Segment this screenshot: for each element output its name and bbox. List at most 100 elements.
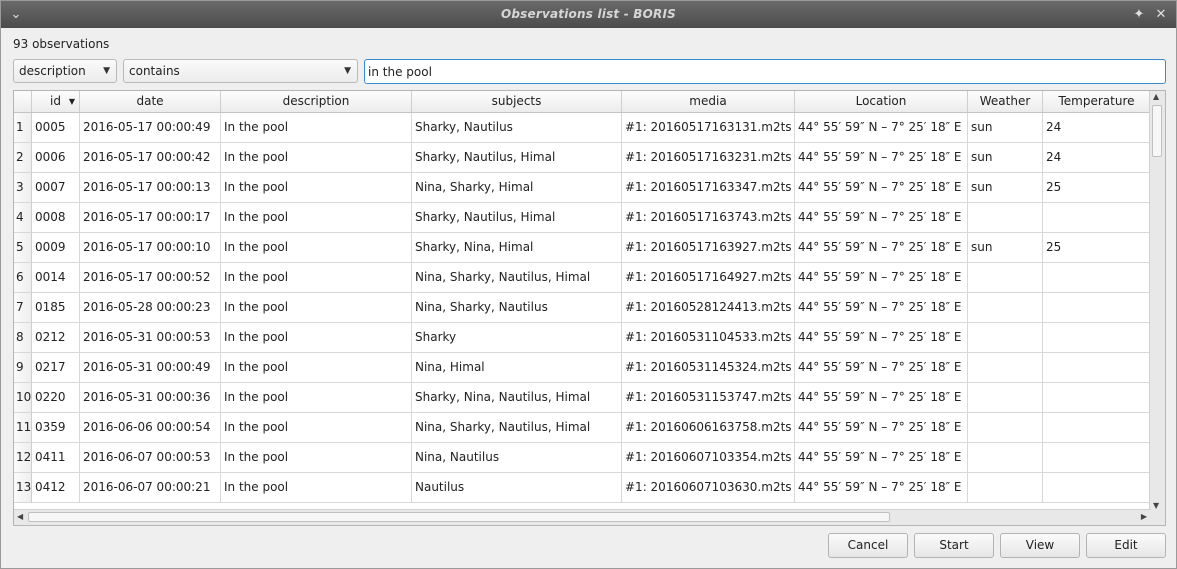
table-cell-weather[interactable] [968,413,1043,443]
horizontal-scrollbar[interactable]: ◀ ▶ [14,509,1151,525]
vertical-scrollbar[interactable]: ▲ ▼ [1149,91,1165,511]
table-cell-date[interactable]: 2016-05-17 00:00:17 [80,203,221,233]
table-cell-temperature[interactable]: 24 [1043,143,1151,173]
table-cell-temperature[interactable] [1043,473,1151,503]
table-cell-location[interactable]: 44° 55′ 59″ N – 7° 25′ 18″ E [795,323,968,353]
table-cell-subjects[interactable]: Sharky, Nina, Nautilus, Himal [412,383,622,413]
header-corner[interactable] [14,91,32,112]
table-cell-media[interactable]: #1: 20160607103630.m2ts [622,473,795,503]
table-cell-media[interactable]: #1: 20160606163758.m2ts [622,413,795,443]
table-cell-location[interactable]: 44° 55′ 59″ N – 7° 25′ 18″ E [795,233,968,263]
table-cell-date[interactable]: 2016-05-31 00:00:53 [80,323,221,353]
table-cell-weather[interactable] [968,293,1043,323]
table-cell-subjects[interactable]: Nina, Sharky, Nautilus [412,293,622,323]
table-cell-date[interactable]: 2016-05-17 00:00:13 [80,173,221,203]
table-cell-subjects[interactable]: Sharky, Nautilus, Himal [412,203,622,233]
table-cell-date[interactable]: 2016-06-07 00:00:21 [80,473,221,503]
table-cell-weather[interactable]: sun [968,113,1043,143]
table-cell-temperature[interactable]: 24 [1043,113,1151,143]
row-header[interactable]: 5 [14,233,32,263]
filter-value-input[interactable] [364,59,1166,84]
table-cell-media[interactable]: #1: 20160517164927.m2ts [622,263,795,293]
table-cell-id[interactable]: 0217 [32,353,80,383]
horizontal-scroll-thumb[interactable] [28,512,890,522]
table-cell-temperature[interactable] [1043,293,1151,323]
table-cell-weather[interactable] [968,443,1043,473]
table-cell-media[interactable]: #1: 20160517163231.m2ts [622,143,795,173]
table-cell-date[interactable]: 2016-05-31 00:00:36 [80,383,221,413]
table-cell-description[interactable]: In the pool [221,383,412,413]
table-cell-location[interactable]: 44° 55′ 59″ N – 7° 25′ 18″ E [795,293,968,323]
row-header[interactable]: 2 [14,143,32,173]
table-cell-date[interactable]: 2016-06-06 00:00:54 [80,413,221,443]
cancel-button[interactable]: Cancel [828,533,908,558]
table-cell-description[interactable]: In the pool [221,113,412,143]
table-cell-weather[interactable] [968,353,1043,383]
table-cell-description[interactable]: In the pool [221,443,412,473]
table-cell-temperature[interactable] [1043,323,1151,353]
scroll-left-icon[interactable]: ◀ [17,512,23,521]
table-cell-id[interactable]: 0006 [32,143,80,173]
table-cell-media[interactable]: #1: 20160517163927.m2ts [622,233,795,263]
table-cell-id[interactable]: 0008 [32,203,80,233]
table-cell-location[interactable]: 44° 55′ 59″ N – 7° 25′ 18″ E [795,203,968,233]
vertical-scroll-thumb[interactable] [1152,105,1162,157]
table-cell-date[interactable]: 2016-05-17 00:00:42 [80,143,221,173]
table-cell-weather[interactable] [968,473,1043,503]
table-cell-description[interactable]: In the pool [221,263,412,293]
row-header[interactable]: 9 [14,353,32,383]
table-cell-media[interactable]: #1: 20160517163743.m2ts [622,203,795,233]
scroll-right-icon[interactable]: ▶ [1141,512,1147,521]
table-cell-media[interactable]: #1: 20160607103354.m2ts [622,443,795,473]
table-cell-description[interactable]: In the pool [221,473,412,503]
table-cell-weather[interactable] [968,263,1043,293]
table-cell-media[interactable]: #1: 20160531153747.m2ts [622,383,795,413]
table-cell-subjects[interactable]: Nina, Nautilus [412,443,622,473]
row-header[interactable]: 1 [14,113,32,143]
scroll-up-icon[interactable]: ▲ [1153,92,1159,101]
row-header[interactable]: 12 [14,443,32,473]
table-cell-description[interactable]: In the pool [221,233,412,263]
table-cell-id[interactable]: 0005 [32,113,80,143]
keep-above-pin-icon[interactable]: ✦ [1130,5,1148,23]
table-cell-id[interactable]: 0412 [32,473,80,503]
table-cell-id[interactable]: 0014 [32,263,80,293]
close-icon[interactable]: ✕ [1152,5,1170,23]
table-cell-id[interactable]: 0220 [32,383,80,413]
table-cell-media[interactable]: #1: 20160531145324.m2ts [622,353,795,383]
table-cell-description[interactable]: In the pool [221,203,412,233]
scroll-down-icon[interactable]: ▼ [1153,501,1159,510]
table-cell-date[interactable]: 2016-05-31 00:00:49 [80,353,221,383]
row-header[interactable]: 10 [14,383,32,413]
edit-button[interactable]: Edit [1086,533,1166,558]
table-cell-id[interactable]: 0212 [32,323,80,353]
table-cell-temperature[interactable] [1043,383,1151,413]
table-cell-location[interactable]: 44° 55′ 59″ N – 7° 25′ 18″ E [795,113,968,143]
table-cell-date[interactable]: 2016-05-17 00:00:49 [80,113,221,143]
row-header[interactable]: 13 [14,473,32,503]
filter-operator-select[interactable]: contains ▼ [123,59,358,83]
table-cell-media[interactable]: #1: 20160528124413.m2ts [622,293,795,323]
table-cell-location[interactable]: 44° 55′ 59″ N – 7° 25′ 18″ E [795,383,968,413]
table-cell-location[interactable]: 44° 55′ 59″ N – 7° 25′ 18″ E [795,473,968,503]
column-header-description[interactable]: description [221,91,412,112]
table-cell-temperature[interactable] [1043,413,1151,443]
table-cell-temperature[interactable] [1043,203,1151,233]
row-header[interactable]: 4 [14,203,32,233]
table-cell-date[interactable]: 2016-05-28 00:00:23 [80,293,221,323]
table-cell-location[interactable]: 44° 55′ 59″ N – 7° 25′ 18″ E [795,413,968,443]
table-cell-subjects[interactable]: Nina, Sharky, Himal [412,173,622,203]
table-cell-media[interactable]: #1: 20160517163347.m2ts [622,173,795,203]
table-cell-description[interactable]: In the pool [221,323,412,353]
table-cell-description[interactable]: In the pool [221,413,412,443]
table-cell-media[interactable]: #1: 20160517163131.m2ts [622,113,795,143]
column-header-date[interactable]: date [80,91,221,112]
filter-field-select[interactable]: description ▼ [13,59,117,83]
table-cell-description[interactable]: In the pool [221,173,412,203]
table-cell-description[interactable]: In the pool [221,293,412,323]
table-cell-location[interactable]: 44° 55′ 59″ N – 7° 25′ 18″ E [795,353,968,383]
column-header-id[interactable]: id ▼ [32,91,80,112]
column-header-subjects[interactable]: subjects [412,91,622,112]
row-header[interactable]: 7 [14,293,32,323]
table-cell-location[interactable]: 44° 55′ 59″ N – 7° 25′ 18″ E [795,263,968,293]
